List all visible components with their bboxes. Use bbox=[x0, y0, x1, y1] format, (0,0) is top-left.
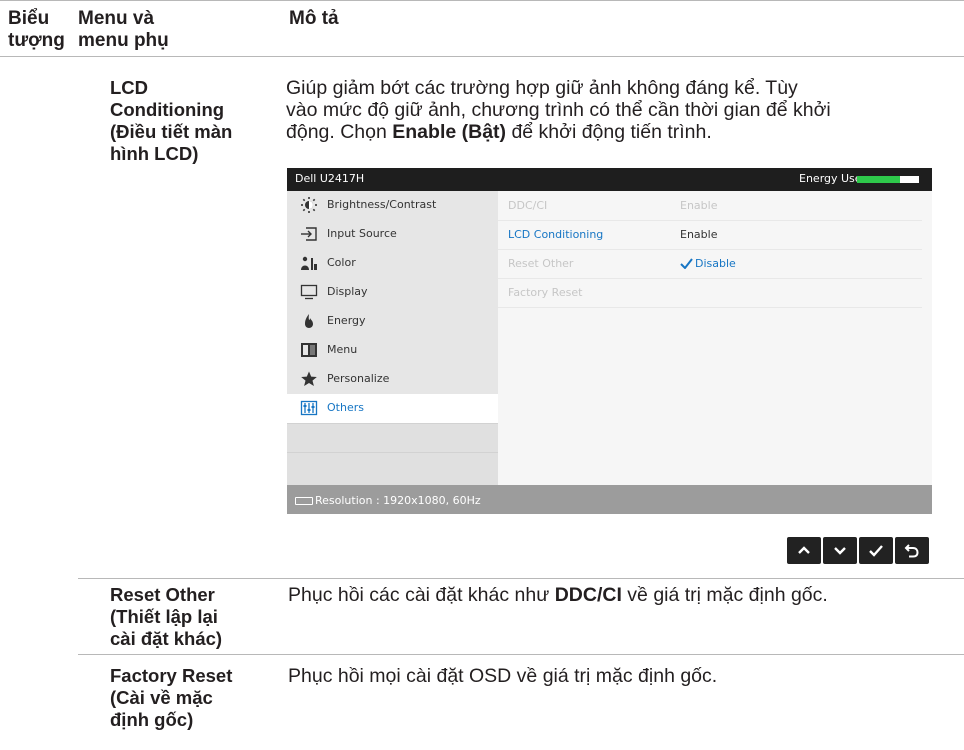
row-reset-other-desc: Phục hồi các cài đặt khác như DDC/CI về … bbox=[288, 584, 828, 606]
energy-use-fill bbox=[857, 176, 901, 183]
header-desc-col: Mô tả bbox=[289, 8, 339, 29]
top-rule bbox=[0, 0, 964, 1]
menu-item-label: Menu bbox=[327, 343, 358, 356]
nav-back-button[interactable] bbox=[895, 537, 929, 564]
desc-line: động. Chọn Enable (Bật) để khởi động tiế… bbox=[286, 121, 831, 143]
row-lcd-conditioning-name: LCD Conditioning (Điều tiết màn hình LCD… bbox=[110, 77, 232, 165]
checkmark-icon bbox=[680, 258, 693, 269]
desc-bold: Enable (Bật) bbox=[392, 121, 507, 143]
menu-item-label: Display bbox=[327, 285, 368, 298]
desc-text: về giá trị mặc định gốc. bbox=[621, 584, 828, 606]
menu-item-input-source[interactable]: Input Source bbox=[287, 220, 498, 249]
row-rule bbox=[78, 578, 964, 579]
menu-item-label: Color bbox=[327, 256, 356, 269]
menu-item-others[interactable]: Others bbox=[287, 394, 498, 423]
menu-item-display[interactable]: Display bbox=[287, 278, 498, 307]
desc-text: để khởi động tiến trình. bbox=[506, 121, 712, 143]
input-source-icon bbox=[301, 227, 317, 241]
desc-line: Giúp giảm bớt các trường hợp giữ ảnh khô… bbox=[286, 77, 831, 99]
menu-item-label: Others bbox=[327, 401, 364, 414]
desc-line: Phục hồi mọi cài đặt OSD về giá trị mặc … bbox=[288, 665, 717, 687]
row-name-line: LCD bbox=[110, 77, 149, 98]
header-rule bbox=[0, 56, 964, 57]
nav-up-button[interactable] bbox=[787, 537, 821, 564]
desc-text: Phục hồi mọi cài đặt OSD về giá trị mặc … bbox=[288, 665, 718, 687]
down-icon bbox=[834, 547, 846, 555]
osd-title-bar: Dell U2417H Energy Use bbox=[287, 168, 932, 191]
color-icon bbox=[301, 256, 317, 270]
row-reset-other-name: Reset Other (Thiết lập lại cài đặt khác) bbox=[110, 584, 222, 650]
submenu-label: Reset Other bbox=[508, 257, 574, 270]
submenu-value: Enable bbox=[680, 199, 718, 212]
menu-item-empty bbox=[287, 423, 498, 453]
osd-submenu: DDC/CI Enable LCD Conditioning Enable Re… bbox=[498, 191, 932, 485]
menu-item-label: Energy bbox=[327, 314, 366, 327]
header-icon-col: Biểu tượng bbox=[8, 8, 65, 52]
submenu-value: Enable bbox=[680, 228, 718, 241]
osd-model-name: Dell U2417H bbox=[295, 172, 365, 185]
others-icon bbox=[300, 400, 318, 416]
header-icon-col-line2: tượng bbox=[8, 30, 65, 51]
submenu-label: LCD Conditioning bbox=[508, 228, 604, 241]
brightness-icon bbox=[301, 197, 317, 213]
header-menu-col: Menu và menu phụ bbox=[78, 8, 169, 52]
row-name-line: hình LCD) bbox=[110, 143, 199, 164]
row-name-line: cài đặt khác) bbox=[110, 628, 223, 649]
submenu-row-lcd-conditioning[interactable]: LCD Conditioning Enable bbox=[498, 220, 922, 250]
menu-item-color[interactable]: Color bbox=[287, 249, 498, 278]
menu-item-label: Input Source bbox=[327, 227, 397, 240]
back-icon bbox=[904, 544, 919, 558]
energy-icon bbox=[305, 314, 313, 328]
row-name-line: Conditioning bbox=[110, 99, 225, 120]
row-name-line: (Cài về mặc bbox=[110, 687, 213, 708]
submenu-label: DDC/CI bbox=[508, 199, 548, 212]
menu-item-brightness-contrast[interactable]: Brightness/Contrast bbox=[287, 191, 498, 220]
star-icon bbox=[301, 371, 317, 386]
menu-item-empty bbox=[287, 452, 498, 486]
submenu-row-ddc-ci[interactable]: DDC/CI Enable bbox=[498, 191, 922, 221]
desc-bold: DDC/CI bbox=[554, 584, 622, 606]
osd-screenshot: Dell U2417H Energy Use Brightness/Contra… bbox=[287, 168, 932, 514]
desc-line: vào mức độ giữ ảnh, chương trình có thể … bbox=[286, 99, 831, 121]
desc-text: Giúp giảm bớt các trường hợp giữ ảnh khô… bbox=[286, 77, 798, 99]
osd-main-menu: Brightness/Contrast Input Source Color D… bbox=[287, 191, 498, 486]
resolution-text: Resolution : 1920x1080, 60Hz bbox=[315, 494, 481, 507]
menu-item-label: Brightness/Contrast bbox=[327, 198, 437, 211]
row-name-line: (Thiết lập lại bbox=[110, 606, 218, 627]
submenu-row-factory-reset[interactable]: Factory Reset bbox=[498, 278, 922, 308]
osd-status-bar: Resolution : 1920x1080, 60Hz bbox=[287, 485, 932, 514]
nav-check-button[interactable] bbox=[859, 537, 893, 564]
header-icon-col-line1: Biểu bbox=[8, 8, 50, 29]
row-name-line: (Điều tiết màn bbox=[110, 121, 233, 142]
menu-item-menu[interactable]: Menu bbox=[287, 336, 498, 365]
menu-item-label: Personalize bbox=[327, 372, 390, 385]
display-icon bbox=[300, 284, 318, 300]
up-icon bbox=[798, 546, 810, 554]
check-icon bbox=[869, 545, 883, 557]
energy-use-bar bbox=[857, 176, 919, 183]
menu-item-energy[interactable]: Energy bbox=[287, 307, 498, 336]
desc-text: động. Chọn bbox=[286, 121, 393, 143]
row-name-line: định gốc) bbox=[110, 709, 194, 730]
nav-down-button[interactable] bbox=[823, 537, 857, 564]
connector-icon bbox=[295, 497, 313, 505]
menu-item-personalize[interactable]: Personalize bbox=[287, 365, 498, 394]
desc-text: Phục hồi các cài đặt khác như bbox=[288, 584, 555, 606]
desc-line: Phục hồi các cài đặt khác như DDC/CI về … bbox=[288, 584, 828, 606]
submenu-value: Disable bbox=[695, 257, 736, 270]
energy-use-label: Energy Use bbox=[799, 172, 862, 185]
row-factory-reset-name: Factory Reset (Cài về mặc định gốc) bbox=[110, 665, 232, 731]
row-rule bbox=[78, 654, 964, 655]
submenu-label: Factory Reset bbox=[508, 286, 583, 299]
submenu-row-reset-other[interactable]: Reset Other Disable bbox=[498, 249, 922, 279]
desc-text: vào mức độ giữ ảnh, chương trình có thể … bbox=[286, 99, 831, 121]
row-name-line: Factory Reset bbox=[110, 665, 233, 686]
row-lcd-conditioning-desc: Giúp giảm bớt các trường hợp giữ ảnh khô… bbox=[286, 77, 831, 143]
header-menu-col-line1: Menu và bbox=[78, 8, 155, 29]
menu-icon bbox=[301, 343, 317, 357]
row-factory-reset-desc: Phục hồi mọi cài đặt OSD về giá trị mặc … bbox=[288, 665, 717, 687]
header-menu-col-line2: menu phụ bbox=[78, 30, 169, 51]
row-name-line: Reset Other bbox=[110, 584, 215, 605]
